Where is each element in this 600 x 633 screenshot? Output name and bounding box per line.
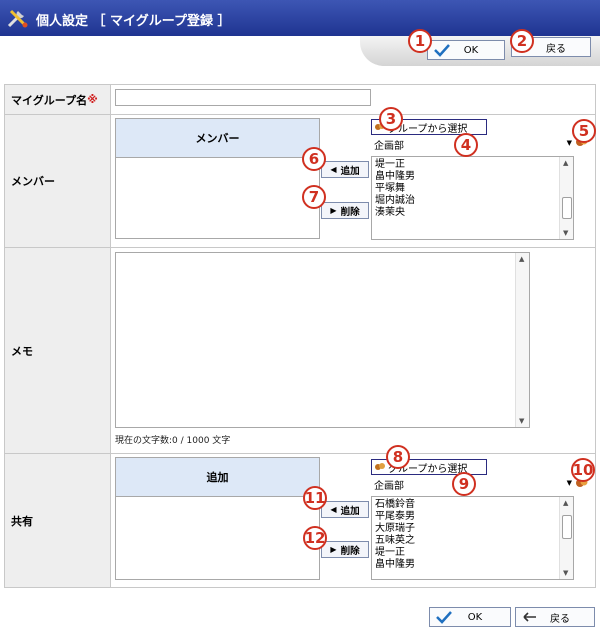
right-arrow-icon: ▶: [330, 545, 337, 554]
list-item[interactable]: 畠中隆男: [375, 171, 415, 183]
ok-button-top[interactable]: OK: [427, 40, 505, 60]
group-name-input[interactable]: [115, 89, 371, 106]
member-add-button[interactable]: ◀ 追加: [321, 161, 369, 178]
share-list-scrollbar[interactable]: ▲ ▼: [559, 497, 573, 579]
title-bar: 個人設定 ［ マイグループ登録 ］: [0, 0, 600, 36]
member-candidate-list[interactable]: 堤一正 畠中隆男 平塚舞 堀内誠治 湊茉央 ▲ ▼: [371, 156, 574, 240]
group-name-label: マイグループ名 ※: [5, 85, 111, 114]
right-arrow-icon: ▶: [330, 206, 337, 215]
share-add-button[interactable]: ◀ 追加: [321, 501, 369, 518]
memo-scrollbar[interactable]: ▲ ▼: [515, 253, 529, 427]
member-panel-header: メンバー: [115, 118, 320, 158]
share-department-value: 企画部: [374, 480, 404, 492]
list-item[interactable]: 平尾泰男: [375, 511, 415, 523]
tools-icon: [7, 9, 28, 28]
ok-button-bottom[interactable]: OK: [429, 607, 511, 627]
marker-2: 2: [510, 29, 534, 53]
left-arrow-icon: ◀: [330, 165, 337, 174]
chevron-down-icon: ▼: [566, 139, 572, 147]
share-candidate-list[interactable]: 石橋鈴音 平尾泰男 大原瑞子 五味英之 堤一正 畠中隆男 ▲ ▼: [371, 496, 574, 580]
member-label: メンバー: [5, 115, 111, 247]
page-title: 個人設定 ［ マイグループ登録 ］: [36, 14, 231, 29]
scroll-down-icon: ▼: [563, 569, 569, 577]
scroll-up-icon: ▲: [563, 499, 569, 507]
member-department-value: 企画部: [374, 140, 404, 152]
marker-6: 6: [302, 147, 326, 171]
share-delete-button[interactable]: ▶ 削除: [321, 541, 369, 558]
list-item[interactable]: 堀内誠治: [375, 195, 415, 207]
scroll-thumb[interactable]: [562, 197, 572, 219]
ok-label-bottom: OK: [467, 611, 483, 623]
group-icon: [375, 463, 385, 470]
share-list[interactable]: [115, 496, 320, 580]
memo-label: メモ: [5, 248, 111, 453]
scroll-down-icon: ▼: [563, 229, 569, 237]
list-item[interactable]: 石橋鈴音: [375, 499, 415, 511]
member-list-scrollbar[interactable]: ▲ ▼: [559, 157, 573, 239]
share-label: 共有: [5, 454, 111, 587]
memo-char-counter: 現在の文字数:0 / 1000 文字: [115, 436, 231, 446]
marker-9: 9: [452, 472, 476, 496]
member-delete-button[interactable]: ▶ 削除: [321, 202, 369, 219]
left-arrow-icon: ◀: [330, 505, 337, 514]
list-item[interactable]: 堤一正: [375, 159, 415, 171]
memo-textarea[interactable]: ▲ ▼: [115, 252, 530, 428]
scroll-thumb[interactable]: [562, 515, 572, 539]
list-item[interactable]: 畠中隆男: [375, 559, 415, 571]
back-label-bottom: 戻る: [550, 613, 570, 625]
marker-11: 11: [303, 486, 327, 510]
group-name-label-text: マイグループ名: [11, 93, 88, 107]
checkmark-icon: [434, 44, 450, 57]
ok-label-top: OK: [463, 44, 479, 56]
back-button-bottom[interactable]: 戻る: [515, 607, 595, 627]
share-panel-header: 追加: [115, 457, 320, 497]
back-label-top: 戻る: [546, 43, 566, 55]
list-item[interactable]: 平塚舞: [375, 183, 415, 195]
marker-4: 4: [454, 133, 478, 157]
marker-12: 12: [303, 526, 327, 550]
scroll-up-icon: ▲: [563, 159, 569, 167]
my-group-form: マイグループ名 ※ メンバー メンバー ◀ 追加 ▶ 削除 グループから選択 企画部 …: [4, 84, 596, 588]
chevron-down-icon: ▼: [566, 479, 572, 487]
checkmark-icon: [436, 611, 452, 624]
member-list[interactable]: [115, 157, 320, 239]
required-mark: ※: [87, 93, 98, 106]
list-item[interactable]: 堤一正: [375, 547, 415, 559]
marker-3: 3: [379, 107, 403, 131]
back-arrow-icon: [523, 612, 536, 622]
marker-5: 5: [572, 119, 596, 143]
marker-7: 7: [302, 185, 326, 209]
member-add-label: 追加: [340, 165, 360, 177]
scroll-down-icon: ▼: [519, 417, 525, 425]
marker-10: 10: [571, 458, 595, 482]
marker-8: 8: [386, 445, 410, 469]
list-item[interactable]: 湊茉央: [375, 207, 415, 219]
list-item[interactable]: 大原瑞子: [375, 523, 415, 535]
share-delete-label: 削除: [340, 545, 360, 557]
share-add-label: 追加: [340, 505, 360, 517]
list-item[interactable]: 五味英之: [375, 535, 415, 547]
marker-1: 1: [408, 29, 432, 53]
scroll-up-icon: ▲: [519, 255, 525, 263]
member-delete-label: 削除: [340, 206, 360, 218]
